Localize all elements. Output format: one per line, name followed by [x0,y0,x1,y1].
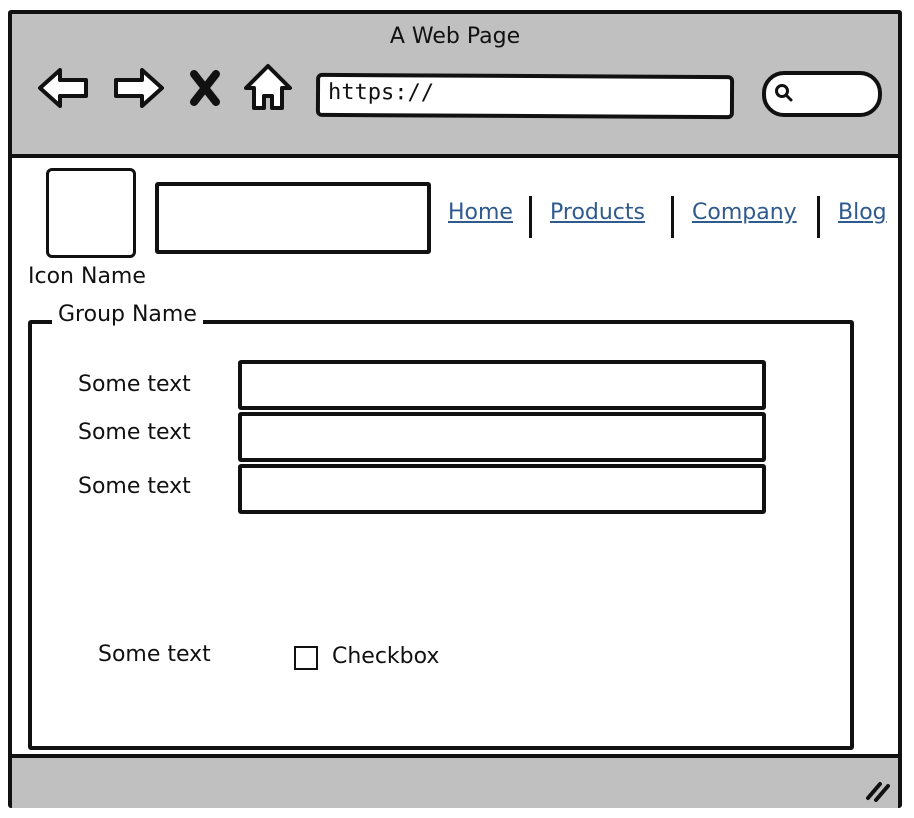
forward-arrow-icon[interactable] [110,60,166,116]
browser-toolbar: A Web Page https:// [12,14,898,158]
url-input[interactable]: https:// [315,72,735,120]
logo-label: Icon Name [28,264,146,289]
url-text: https:// [327,79,435,106]
browser-window: A Web Page https:// Icon Name Home Produ… [8,10,902,808]
field-label: Some text [78,474,191,499]
text-field-1[interactable] [238,360,766,410]
text-field-2[interactable] [238,412,766,462]
resize-grip-icon[interactable] [862,776,892,802]
nav-link-company[interactable]: Company [692,200,797,225]
logo-placeholder [46,168,136,258]
nav-divider [671,196,674,238]
checkbox-label[interactable]: Checkbox [332,644,439,669]
status-bar [12,754,898,808]
checkbox-row-label: Some text [98,642,211,667]
nav-link-products[interactable]: Products [550,200,645,225]
nav-divider [529,196,532,238]
home-icon[interactable] [240,60,296,116]
text-field-3[interactable] [238,464,766,514]
field-label: Some text [78,420,191,445]
close-icon[interactable] [184,60,226,116]
window-title: A Web Page [389,24,521,49]
nav-link-home[interactable]: Home [448,200,513,225]
group-legend: Group Name [52,302,203,327]
nav-link-blog[interactable]: Blog [838,200,887,225]
field-label: Some text [78,372,191,397]
back-arrow-icon[interactable] [36,60,92,116]
checkbox[interactable] [294,646,318,670]
header-title-box [155,182,431,254]
search-input[interactable] [762,71,882,117]
search-icon [775,84,793,102]
nav-divider [817,196,820,238]
